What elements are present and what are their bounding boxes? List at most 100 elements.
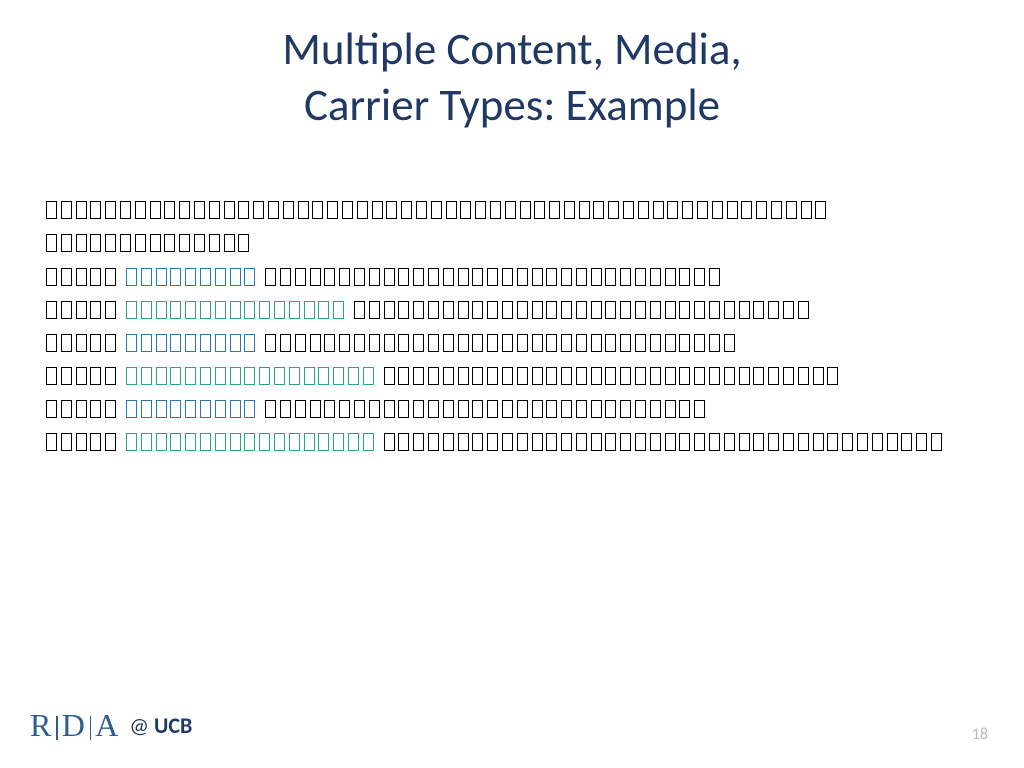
tofu-glyph-icon <box>150 201 161 219</box>
tofu-glyph-icon <box>605 301 616 319</box>
tofu-glyph-icon <box>401 201 412 219</box>
tofu-glyph-icon <box>185 400 196 418</box>
tofu-glyph-icon <box>289 367 300 385</box>
tofu-glyph-icon <box>46 334 57 352</box>
tofu-glyph-icon <box>348 433 359 451</box>
tofu-glyph-icon <box>768 301 779 319</box>
tofu-glyph-icon <box>318 367 329 385</box>
tofu-glyph-icon <box>709 301 720 319</box>
tofu-glyph-icon <box>665 334 676 352</box>
tofu-glyph-icon <box>46 433 57 451</box>
tofu-glyph-icon <box>872 433 883 451</box>
tofu-glyph-icon <box>472 433 483 451</box>
tofu-glyph-icon <box>265 268 276 286</box>
tofu-glyph-icon <box>105 400 116 418</box>
tofu-glyph-icon <box>724 433 735 451</box>
tofu-glyph-icon <box>398 367 409 385</box>
tofu-glyph-icon <box>90 268 101 286</box>
tofu-glyph-icon <box>694 433 705 451</box>
placeholder-text-line <box>46 432 978 451</box>
tofu-glyph-icon <box>532 400 543 418</box>
tofu-glyph-icon <box>244 334 255 352</box>
tofu-glyph-icon <box>460 201 471 219</box>
tofu-glyph-icon <box>61 301 72 319</box>
tofu-glyph-icon <box>458 400 469 418</box>
tofu-glyph-icon <box>416 201 427 219</box>
tofu-glyph-icon <box>505 201 516 219</box>
tofu-glyph-icon <box>318 301 329 319</box>
title-line-1: Multiple Content, Media, <box>0 22 1024 78</box>
tofu-glyph-icon <box>120 201 131 219</box>
tofu-glyph-icon <box>76 301 87 319</box>
tofu-glyph-icon <box>487 334 498 352</box>
tofu-glyph-icon <box>667 201 678 219</box>
tofu-glyph-icon <box>458 301 469 319</box>
tofu-glyph-icon <box>141 268 152 286</box>
tofu-glyph-icon <box>126 268 137 286</box>
tofu-glyph-icon <box>76 433 87 451</box>
tofu-glyph-icon <box>724 367 735 385</box>
tofu-glyph-icon <box>650 268 661 286</box>
tofu-glyph-icon <box>363 433 374 451</box>
tofu-glyph-icon <box>215 433 226 451</box>
tofu-glyph-icon <box>443 433 454 451</box>
tofu-glyph-icon <box>443 334 454 352</box>
tofu-glyph-icon <box>431 201 442 219</box>
tofu-glyph-icon <box>490 201 501 219</box>
tofu-glyph-icon <box>369 334 380 352</box>
tofu-glyph-icon <box>354 400 365 418</box>
tofu-glyph-icon <box>170 268 181 286</box>
tofu-glyph-icon <box>443 400 454 418</box>
tofu-glyph-icon <box>105 201 116 219</box>
tofu-glyph-icon <box>546 301 557 319</box>
tofu-glyph-icon <box>739 367 750 385</box>
tofu-glyph-icon <box>638 201 649 219</box>
tofu-glyph-icon <box>413 400 424 418</box>
tofu-glyph-icon <box>931 433 942 451</box>
tofu-glyph-icon <box>561 334 572 352</box>
tofu-glyph-icon <box>185 334 196 352</box>
tofu-glyph-icon <box>46 201 57 219</box>
tofu-glyph-icon <box>857 433 868 451</box>
tofu-glyph-icon <box>517 334 528 352</box>
tofu-glyph-icon <box>443 367 454 385</box>
tofu-glyph-icon <box>333 367 344 385</box>
tofu-glyph-icon <box>156 400 167 418</box>
tofu-glyph-icon <box>620 400 631 418</box>
tofu-glyph-icon <box>428 268 439 286</box>
tofu-glyph-icon <box>446 201 457 219</box>
tofu-glyph-icon <box>61 433 72 451</box>
tofu-glyph-icon <box>842 433 853 451</box>
tofu-glyph-icon <box>324 400 335 418</box>
tofu-glyph-icon <box>549 201 560 219</box>
placeholder-text-line <box>46 366 978 385</box>
tofu-glyph-icon <box>561 367 572 385</box>
tofu-glyph-icon <box>620 367 631 385</box>
tofu-glyph-icon <box>215 301 226 319</box>
tofu-glyph-icon <box>357 201 368 219</box>
tofu-glyph-icon <box>650 433 661 451</box>
tofu-glyph-icon <box>126 400 137 418</box>
tofu-glyph-icon <box>289 301 300 319</box>
tofu-glyph-icon <box>815 201 826 219</box>
tofu-glyph-icon <box>709 433 720 451</box>
tofu-glyph-icon <box>126 433 137 451</box>
tofu-glyph-icon <box>443 301 454 319</box>
tofu-glyph-icon <box>280 400 291 418</box>
tofu-glyph-icon <box>274 433 285 451</box>
tofu-glyph-icon <box>141 367 152 385</box>
tofu-glyph-icon <box>327 201 338 219</box>
tofu-glyph-icon <box>679 367 690 385</box>
tofu-glyph-icon <box>605 334 616 352</box>
tofu-glyph-icon <box>546 334 557 352</box>
tofu-glyph-icon <box>635 400 646 418</box>
tofu-glyph-icon <box>200 301 211 319</box>
tofu-glyph-icon <box>413 268 424 286</box>
placeholder-text-line <box>46 300 978 319</box>
tofu-glyph-icon <box>76 367 87 385</box>
tofu-glyph-icon <box>724 334 735 352</box>
tofu-glyph-icon <box>185 433 196 451</box>
tofu-glyph-icon <box>517 433 528 451</box>
tofu-glyph-icon <box>564 201 575 219</box>
tofu-glyph-icon <box>561 301 572 319</box>
